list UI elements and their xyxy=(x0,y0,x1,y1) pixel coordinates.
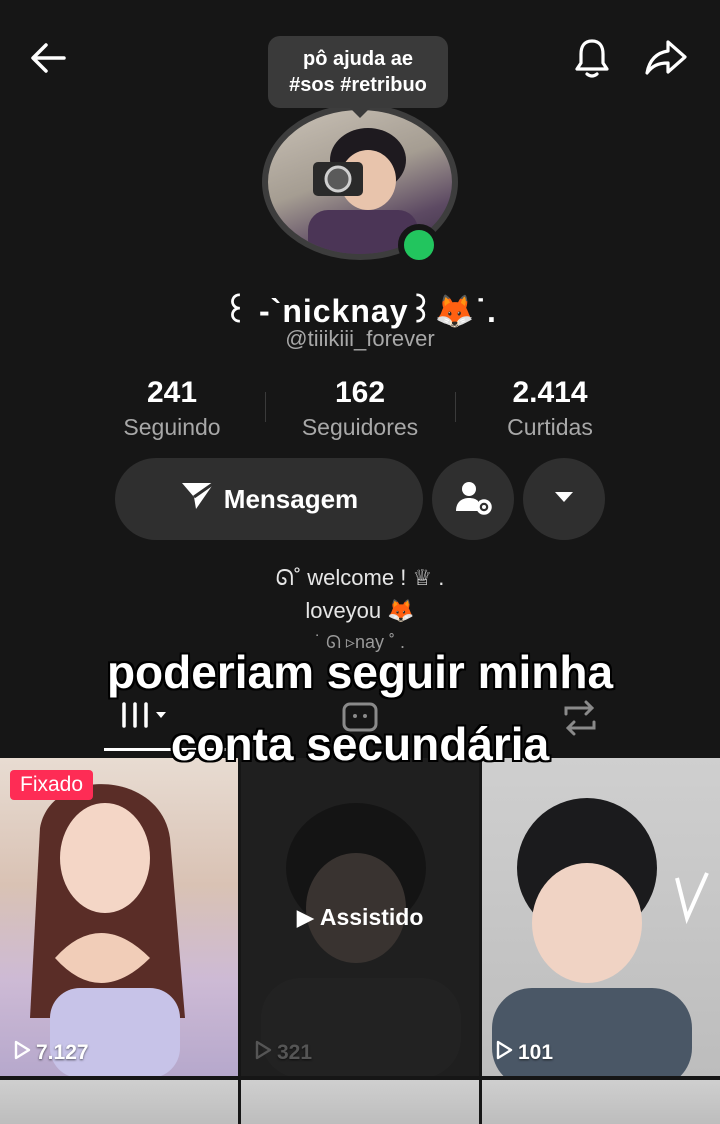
play-outline-icon xyxy=(253,1040,273,1066)
back-arrow-icon[interactable] xyxy=(24,34,72,82)
followers-count: 162 xyxy=(334,376,386,409)
stat-likes[interactable]: 2.414 Curtidas xyxy=(470,376,630,441)
note-line-1: pô ajuda ae xyxy=(302,48,414,70)
view-count: 101 xyxy=(494,1040,553,1066)
following-count: 241 xyxy=(146,376,198,409)
view-count-value: 7.127 xyxy=(36,1041,89,1064)
more-options-dropdown[interactable] xyxy=(523,458,605,540)
view-count-value: 101 xyxy=(518,1041,554,1064)
followers-label: Seguidores xyxy=(301,414,419,440)
likes-label: Curtidas xyxy=(507,414,593,440)
send-icon xyxy=(180,481,216,518)
message-label: Mensagem xyxy=(223,483,359,514)
following-label: Seguindo xyxy=(123,414,221,440)
bio-line-1: ᘏ˚ welcome ! ♕ . xyxy=(275,565,445,590)
likes-count: 2.414 xyxy=(512,376,588,409)
video-tile[interactable] xyxy=(482,1080,720,1124)
video-tile[interactable]: 101 xyxy=(482,758,720,1076)
stat-divider xyxy=(265,392,266,422)
video-tile[interactable] xyxy=(241,1080,479,1124)
message-button[interactable]: Mensagem xyxy=(115,458,423,540)
pinned-badge: Fixado xyxy=(10,770,94,800)
play-filled-icon: ▶ xyxy=(296,904,315,930)
bell-icon[interactable] xyxy=(568,34,616,82)
profile-settings-button[interactable] xyxy=(432,458,514,540)
profile-note-bubble[interactable]: pô ajuda ae #sos #retribuo xyxy=(268,36,448,118)
play-outline-icon xyxy=(494,1040,514,1066)
display-name: ꒰ -`nicknay꒱🦊˙. xyxy=(223,293,497,329)
watched-overlay: ▶ Assistido xyxy=(241,904,479,931)
caret-down-icon xyxy=(553,490,575,509)
video-tile[interactable]: Fixado 7.127 xyxy=(0,758,238,1076)
play-outline-icon xyxy=(12,1040,32,1066)
stat-followers[interactable]: 162 Seguidores xyxy=(280,376,440,441)
view-count: 7.127 xyxy=(12,1040,89,1066)
stat-following[interactable]: 241 Seguindo xyxy=(92,376,252,441)
bio-line-2: loveyou 🦊 xyxy=(305,598,415,623)
username: @tiiikiii_forever xyxy=(285,326,435,351)
stat-divider xyxy=(455,392,456,422)
view-count-value: 321 xyxy=(277,1041,313,1064)
view-count: 321 xyxy=(253,1040,312,1066)
note-line-2: #sos #retribuo xyxy=(289,74,427,96)
video-tile[interactable] xyxy=(0,1080,238,1124)
video-tile[interactable]: ▶ Assistido 321 xyxy=(241,758,479,1076)
share-arrow-icon[interactable] xyxy=(642,34,690,82)
caption-line-1: poderiam seguir minha xyxy=(106,646,614,698)
caption-line-2: conta secundária xyxy=(170,718,550,770)
online-status-indicator xyxy=(398,224,440,266)
user-gear-icon xyxy=(453,477,493,522)
watched-label: Assistido xyxy=(319,904,424,930)
